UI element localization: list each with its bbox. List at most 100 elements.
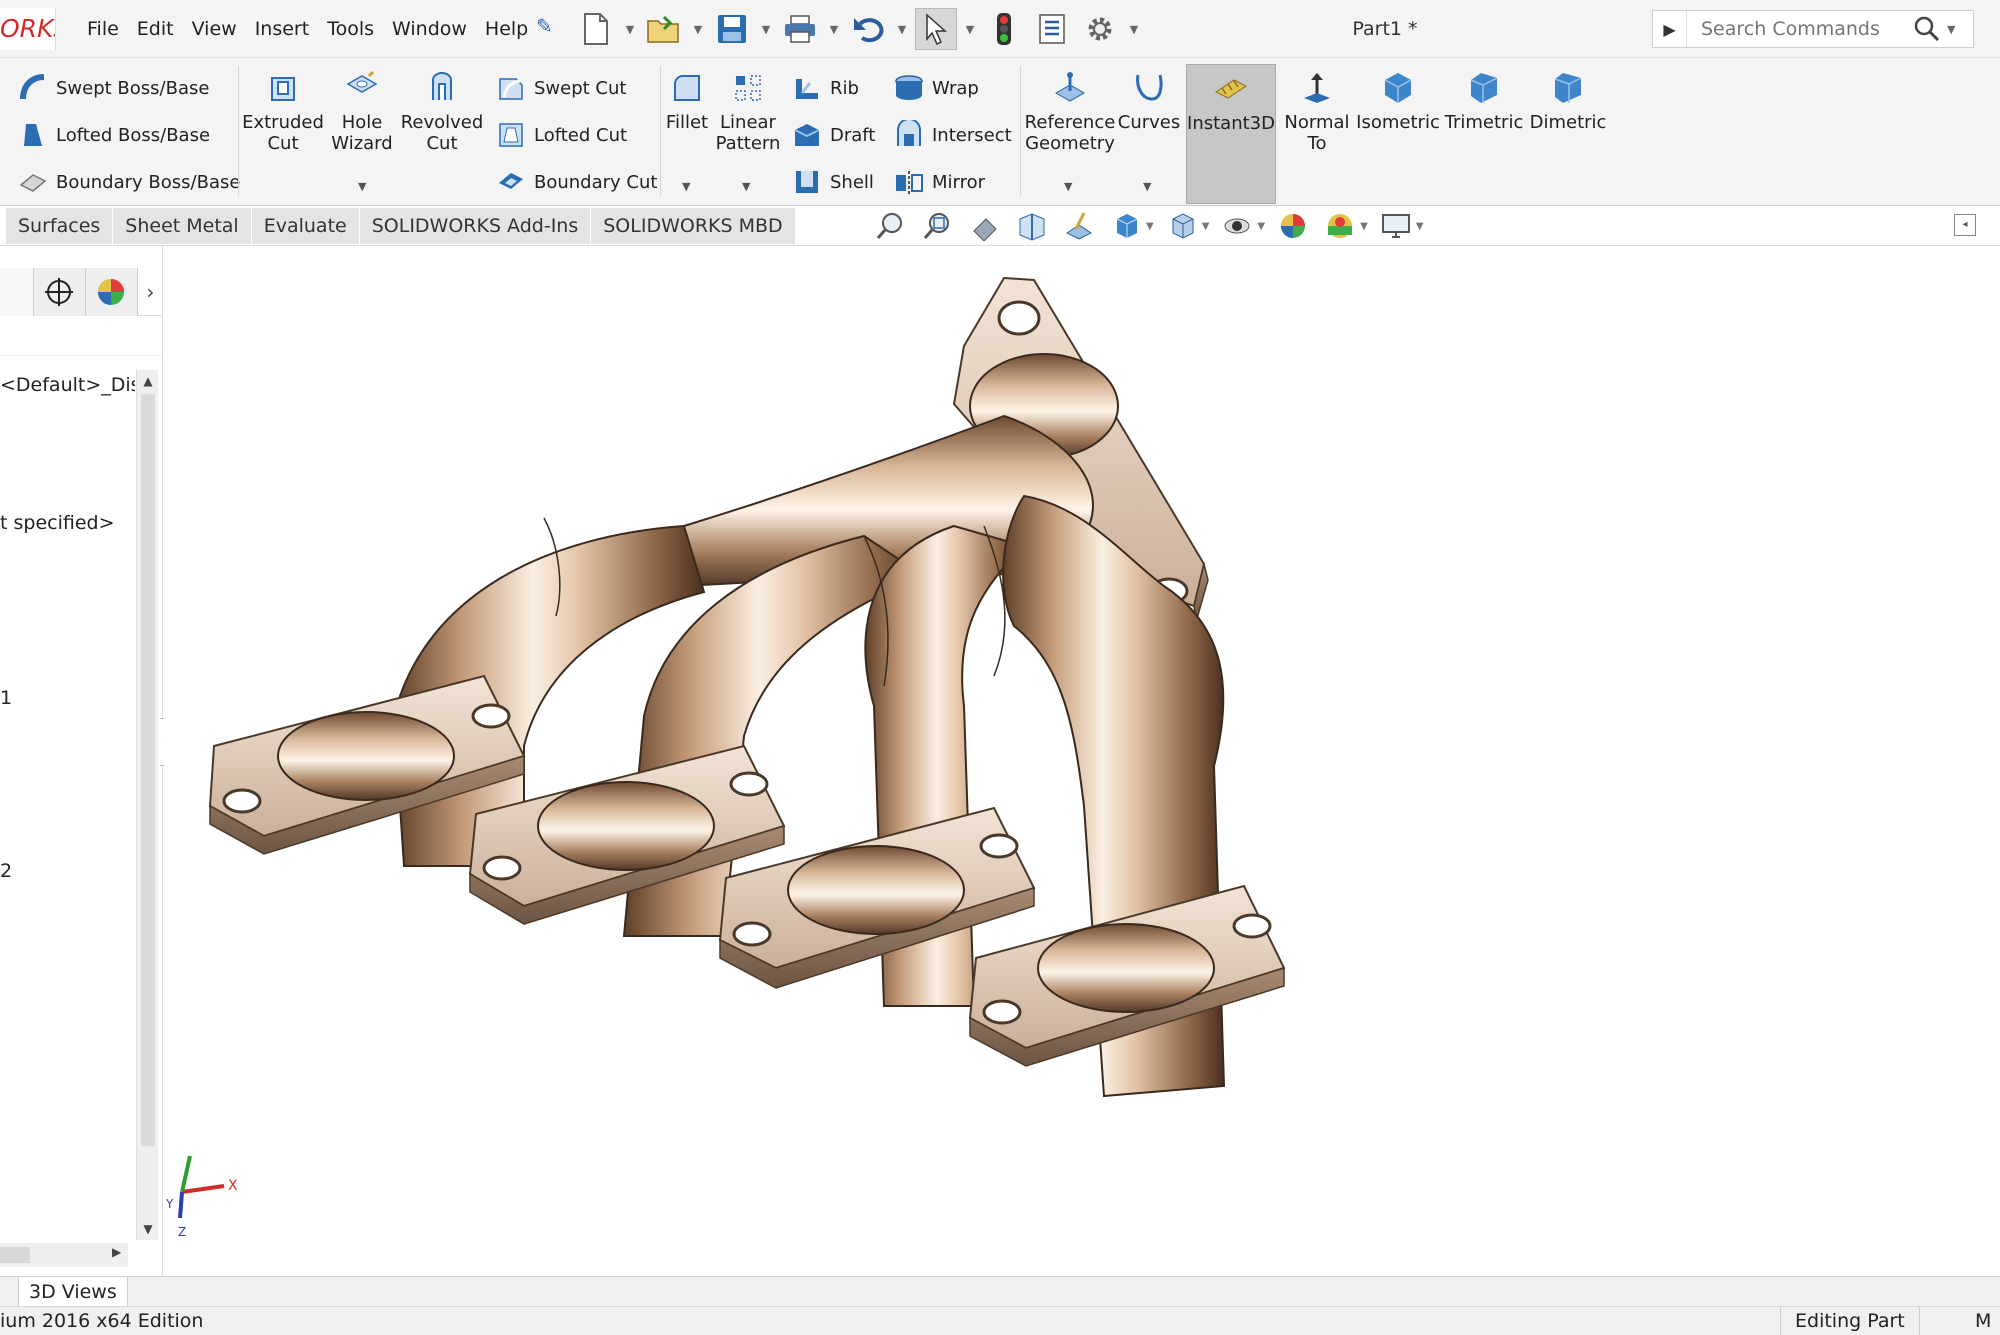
open-button[interactable]	[643, 8, 685, 50]
tree-item[interactable]: 1	[0, 687, 135, 709]
boundary-cut-button[interactable]: Boundary Cut	[494, 162, 657, 202]
zoom-to-fit-button[interactable]	[872, 208, 910, 244]
tree-vertical-scrollbar[interactable]: ▲ ▼	[136, 370, 158, 1240]
search-dropdown-icon[interactable]: ▼	[1947, 23, 1955, 36]
wrap-button[interactable]: Wrap	[892, 68, 979, 108]
scroll-up-icon[interactable]: ▲	[137, 374, 159, 388]
view-orientation-button[interactable]	[1107, 208, 1145, 244]
file-properties-button[interactable]	[1031, 8, 1073, 50]
zoom-to-area-button[interactable]	[919, 208, 957, 244]
tab-surfaces[interactable]: Surfaces	[6, 208, 114, 244]
instant3d-button[interactable]: Instant3D	[1186, 64, 1276, 204]
menu-insert[interactable]: Insert	[246, 18, 319, 40]
dimetric-button[interactable]: Dimetric	[1530, 68, 1606, 133]
app-logo[interactable]: ORKS	[0, 8, 56, 50]
display-manager-tab[interactable]	[85, 267, 138, 316]
scrollbar-thumb[interactable]	[141, 394, 155, 1146]
swept-boss-base-button[interactable]: Swept Boss/Base	[16, 68, 209, 108]
display-state-node[interactable]: <Default>_Disp	[0, 374, 135, 396]
menu-tools[interactable]: Tools	[318, 18, 383, 40]
chevron-right-icon[interactable]: ›	[138, 280, 163, 304]
trimetric-button[interactable]: Trimetric	[1444, 68, 1524, 133]
normal-to-button[interactable]: Normal To	[1282, 68, 1352, 154]
new-document-button[interactable]	[575, 8, 617, 50]
command-prompt-icon[interactable]: ▶	[1653, 11, 1687, 47]
display-style-button[interactable]	[1163, 208, 1201, 244]
pin-icon[interactable]: ✎	[536, 14, 553, 38]
tab-evaluate[interactable]: Evaluate	[252, 208, 360, 244]
apply-scene-button[interactable]	[1321, 208, 1359, 244]
material-node[interactable]: t specified>	[0, 512, 135, 534]
dynamic-annotation-button[interactable]	[1060, 208, 1098, 244]
apply-scene-dropdown[interactable]: ▼	[1360, 221, 1368, 232]
scrollbar-thumb[interactable]	[0, 1247, 30, 1263]
revolved-cut-button[interactable]: Revolved Cut	[401, 68, 483, 154]
view-settings-dropdown[interactable]: ▼	[1416, 221, 1424, 232]
tab-solidworks-mbd[interactable]: SOLIDWORKS MBD	[591, 208, 796, 244]
file-properties-icon	[1039, 14, 1065, 44]
boundary-boss-base-button[interactable]: Boundary Boss/Base	[16, 162, 240, 202]
restore-window-icon[interactable]: ◂	[1954, 214, 1976, 236]
isometric-button[interactable]: Isometric	[1356, 68, 1440, 133]
edit-appearance-button[interactable]	[1274, 208, 1312, 244]
mirror-button[interactable]: Mirror	[892, 162, 985, 202]
previous-view-button[interactable]	[966, 208, 1004, 244]
options-button[interactable]	[1079, 8, 1121, 50]
shell-button[interactable]: Shell	[790, 162, 874, 202]
options-dropdown[interactable]: ▼	[1127, 8, 1141, 50]
rib-button[interactable]: Rib	[790, 68, 859, 108]
save-dropdown[interactable]: ▼	[759, 8, 773, 50]
tab-solidworks-add-ins[interactable]: SOLIDWORKS Add-Ins	[360, 208, 592, 244]
linear-pattern-dropdown[interactable]: ▼	[742, 180, 750, 193]
scroll-right-icon[interactable]: ▶	[112, 1245, 121, 1259]
fillet-button[interactable]: Fillet	[664, 68, 710, 133]
open-dropdown[interactable]: ▼	[691, 8, 705, 50]
section-view-button[interactable]	[1013, 208, 1051, 244]
display-style-dropdown[interactable]: ▼	[1202, 221, 1210, 232]
featuremanager-tab[interactable]	[0, 267, 34, 316]
search-icon[interactable]	[1907, 11, 1947, 47]
tab-3d-views[interactable]: 3D Views	[18, 1277, 128, 1307]
select-dropdown[interactable]: ▼	[963, 8, 977, 50]
scroll-down-icon[interactable]: ▼	[137, 1222, 159, 1236]
curves-dropdown[interactable]: ▼	[1143, 180, 1151, 193]
print-dropdown[interactable]: ▼	[827, 8, 841, 50]
select-button[interactable]	[915, 8, 957, 50]
reference-geometry-button[interactable]: Reference Geometry	[1025, 68, 1115, 154]
unit-system-label[interactable]: M	[1975, 1307, 1991, 1335]
fillet-dropdown[interactable]: ▼	[682, 180, 690, 193]
undo-dropdown[interactable]: ▼	[895, 8, 909, 50]
reference-geometry-dropdown[interactable]: ▼	[1064, 180, 1072, 193]
save-button[interactable]	[711, 8, 753, 50]
tree-horizontal-scrollbar[interactable]: ▶	[0, 1243, 128, 1267]
dimxpert-tab[interactable]	[33, 267, 86, 316]
search-commands-input[interactable]	[1687, 12, 1907, 46]
hole-wizard-button[interactable]: Hole Wizard	[328, 68, 396, 154]
menu-file[interactable]: File	[78, 18, 128, 40]
menu-view[interactable]: View	[183, 18, 246, 40]
menu-window[interactable]: Window	[383, 18, 476, 40]
extruded-cut-button[interactable]: Extruded Cut	[242, 68, 324, 154]
menu-help[interactable]: Help	[476, 18, 537, 40]
print-button[interactable]	[779, 8, 821, 50]
view-settings-button[interactable]	[1377, 208, 1415, 244]
hide-show-dropdown[interactable]: ▼	[1257, 221, 1265, 232]
linear-pattern-button[interactable]: Linear Pattern	[716, 68, 780, 154]
lofted-boss-base-button[interactable]: Lofted Boss/Base	[16, 115, 210, 155]
lofted-cut-button[interactable]: Lofted Cut	[494, 115, 627, 155]
hole-wizard-dropdown[interactable]: ▼	[358, 180, 366, 193]
curves-button[interactable]: Curves	[1118, 68, 1180, 133]
rebuild-button[interactable]	[983, 8, 1025, 50]
swept-cut-button[interactable]: Swept Cut	[494, 68, 626, 108]
view-orientation-dropdown[interactable]: ▼	[1146, 221, 1154, 232]
intersect-button[interactable]: Intersect	[892, 115, 1012, 155]
draft-button[interactable]: Draft	[790, 115, 875, 155]
tab-sheet-metal[interactable]: Sheet Metal	[113, 208, 252, 244]
filter-bar[interactable]	[0, 320, 163, 356]
undo-button[interactable]	[847, 8, 889, 50]
hide-show-items-button[interactable]	[1218, 208, 1256, 244]
graphics-area[interactable]: X Y Z	[164, 246, 2000, 1276]
tree-item[interactable]: 2	[0, 860, 135, 882]
new-dropdown[interactable]: ▼	[623, 8, 637, 50]
menu-edit[interactable]: Edit	[128, 18, 183, 40]
